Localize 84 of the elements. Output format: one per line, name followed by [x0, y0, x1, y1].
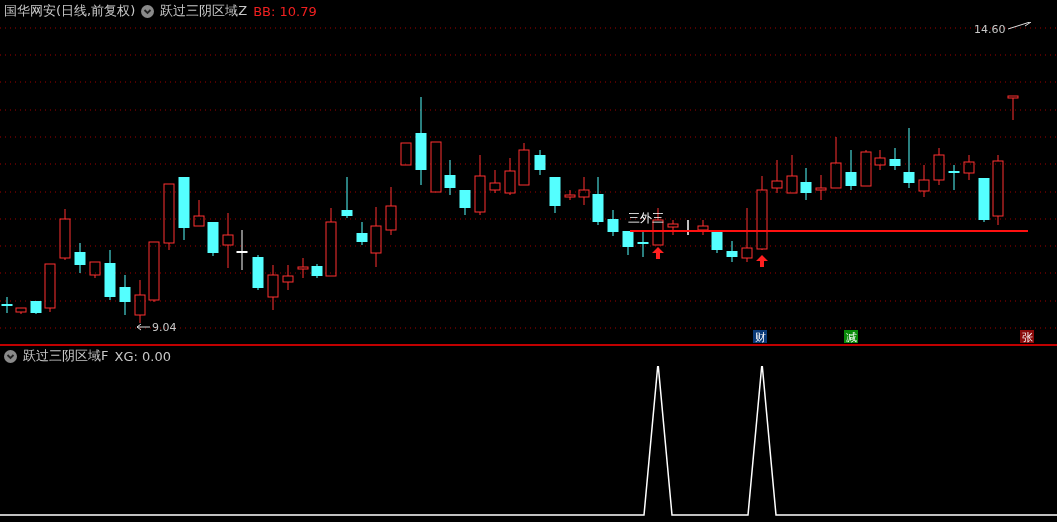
arrow-icon — [136, 323, 151, 331]
candlestick — [889, 147, 901, 171]
candlestick — [134, 279, 146, 324]
candlestick — [252, 254, 264, 291]
candlestick — [178, 176, 190, 241]
candlestick — [918, 164, 930, 198]
candlestick — [933, 147, 945, 186]
candlestick — [687, 219, 689, 236]
candlestick — [592, 176, 604, 226]
candlestick — [860, 149, 872, 187]
price-label: 9.04 — [152, 321, 177, 334]
candlestick — [15, 307, 27, 315]
candlestick — [845, 149, 857, 191]
candlestick — [815, 174, 827, 201]
candlestick — [104, 249, 116, 301]
candlestick — [489, 169, 501, 194]
candlestick — [444, 159, 456, 196]
candlestick — [267, 264, 279, 311]
indicator-name: 跃过三阴区域Z — [160, 2, 248, 20]
candlestick — [504, 157, 516, 196]
event-marker[interactable]: 张 — [1020, 330, 1034, 344]
candlestick — [697, 219, 709, 236]
indicator-reading: XG: 0.00 — [114, 348, 171, 364]
indicator-reading: BB: 10.79 — [253, 3, 317, 19]
candlestick — [236, 229, 248, 271]
chart-title: 国华网安(日线,前复权) — [4, 2, 136, 20]
candlestick — [771, 159, 783, 194]
candlestick — [163, 183, 175, 251]
candlestick — [607, 209, 619, 237]
event-marker[interactable]: 减 — [844, 330, 858, 344]
candlestick — [59, 208, 71, 261]
candlestick — [1, 296, 13, 314]
candlestick — [564, 189, 576, 201]
arrow-icon — [1007, 22, 1032, 30]
dropdown-icon[interactable] — [141, 4, 155, 18]
candlestick — [637, 231, 649, 258]
candlestick — [549, 176, 561, 214]
candlestick — [978, 177, 990, 223]
candlestick — [193, 199, 205, 227]
candlestick — [207, 221, 219, 257]
candlestick — [356, 221, 368, 246]
candlestick — [578, 176, 590, 206]
candlestick — [948, 164, 960, 191]
candlestick — [726, 240, 738, 263]
candlestick — [44, 263, 56, 313]
candlestick — [786, 154, 798, 194]
candlestick — [148, 241, 160, 303]
candlestick — [119, 274, 131, 316]
up-arrow-icon — [756, 255, 768, 267]
candlestick — [800, 167, 812, 201]
candlestick — [459, 189, 471, 216]
candlestick — [1007, 95, 1019, 121]
dropdown-icon[interactable] — [4, 349, 17, 363]
candlestick — [400, 142, 412, 166]
indicator-name: 跃过三阴区域F — [23, 347, 109, 365]
candlestick — [297, 257, 309, 279]
candlestick — [370, 206, 382, 268]
candlestick — [311, 263, 323, 279]
candlestick — [830, 136, 842, 189]
candlestick — [474, 154, 486, 216]
candlestick — [903, 127, 915, 189]
up-arrow-icon — [652, 247, 664, 259]
candlestick — [385, 186, 397, 236]
candlestick — [74, 242, 86, 274]
candlestick — [89, 261, 101, 279]
event-marker[interactable]: 财 — [753, 330, 767, 344]
candlestick — [341, 176, 353, 219]
candlestick — [652, 207, 664, 246]
candlestick — [963, 154, 975, 181]
candlestick — [711, 230, 723, 254]
candlestick — [430, 141, 442, 193]
candlestick — [282, 264, 294, 291]
pattern-label: 三外三 — [628, 211, 664, 225]
candlestick — [325, 207, 337, 277]
candlestick — [222, 212, 234, 269]
candlestick — [622, 230, 634, 256]
candlestick — [874, 149, 886, 171]
candlestick — [667, 219, 679, 236]
candlestick — [534, 149, 546, 176]
price-label: 14.60 — [974, 23, 1006, 36]
candlestick — [30, 300, 42, 315]
candlestick — [741, 207, 753, 263]
candlestick — [518, 142, 530, 186]
candlestick — [992, 154, 1004, 226]
